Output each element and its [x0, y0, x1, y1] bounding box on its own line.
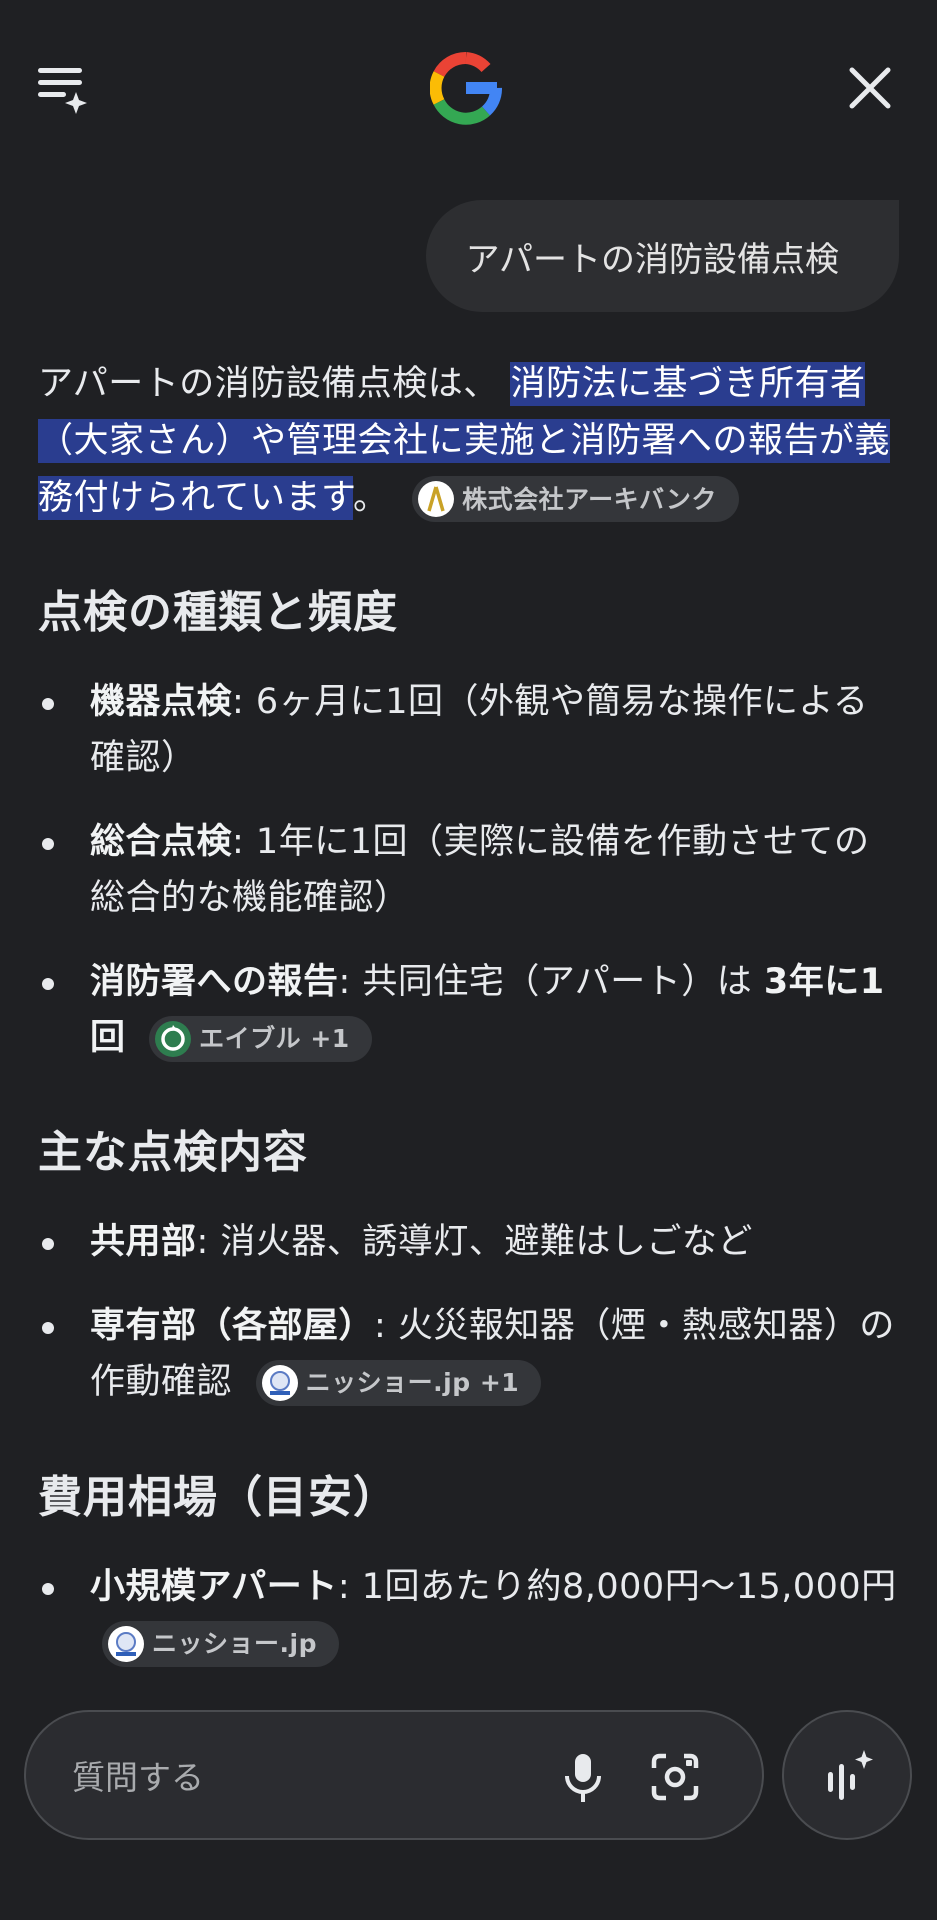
list-item: 共用部: 消火器、誘導灯、避難はしごなど: [38, 1214, 900, 1270]
section-heading: 主な点検内容: [38, 1127, 308, 1178]
google-g-icon: [429, 50, 502, 126]
cost-list: 小規模アパート: 1回あたり約8,000円〜15,000円 ニッショー.jp: [38, 1559, 900, 1671]
source-chip-nissho[interactable]: ニッショー.jp +1: [255, 1360, 542, 1406]
source-chip-label: ニッショー.jp: [152, 1629, 317, 1658]
close-icon[interactable]: [846, 64, 894, 112]
section-heading: 点検の種類と頻度: [38, 587, 398, 638]
section-types: 点検の種類と頻度 機器点検: 6ヶ月に1回（外観や簡易な操作による確認） 総合点…: [38, 576, 900, 1066]
nissho-logo-icon: [261, 1365, 298, 1401]
source-chip-label: エイブル +1: [199, 1024, 350, 1053]
content-list: 共用部: 消火器、誘導灯、避難はしごなど 専有部（各部屋）: 火災報知器（煙・熱…: [38, 1214, 900, 1410]
archibank-logo-icon: [418, 481, 455, 517]
source-chip-label: 株式会社アーキバンク: [462, 484, 717, 514]
types-list: 機器点検: 6ヶ月に1回（外観や簡易な操作による確認） 総合点検: 1年に1回（…: [38, 674, 900, 1066]
microphone-icon[interactable]: [554, 1748, 612, 1806]
list-item: 消防署への報告: 共同住宅（アパート）は 3年に1回 エイブル +1: [38, 954, 900, 1066]
ask-input[interactable]: [70, 1748, 494, 1806]
item-text: : 1回あたり約8,000円〜15,000円: [337, 1567, 897, 1607]
section-cost: 費用相場（目安） 小規模アパート: 1回あたり約8,000円〜15,000円 ニ…: [38, 1461, 900, 1671]
item-label: 機器点検: [90, 682, 233, 722]
list-item: 小規模アパート: 1回あたり約8,000円〜15,000円 ニッショー.jp: [38, 1559, 900, 1671]
intro-period: 。: [352, 478, 389, 518]
user-query-bubble: アパートの消防設備点検: [425, 200, 899, 312]
ask-input-bar: [24, 1710, 764, 1840]
source-chip-archibank[interactable]: 株式会社アーキバンク: [412, 476, 739, 522]
list-item: 機器点検: 6ヶ月に1回（外観や簡易な操作による確認）: [38, 674, 900, 786]
answer-intro: アパートの消防設備点検は、 消防法に基づき所有者（大家さん）や管理会社に実施と消…: [38, 356, 900, 527]
item-text: : 共同住宅（アパート）は: [338, 962, 764, 1002]
nissho-logo-icon: [108, 1626, 144, 1662]
camera-lens-icon[interactable]: [646, 1748, 704, 1806]
menu-sparkle-icon[interactable]: [34, 62, 94, 122]
live-voice-icon[interactable]: [782, 1710, 912, 1840]
list-item: 総合点検: 1年に1回（実際に設備を作動させての総合的な機能確認）: [38, 814, 900, 926]
item-label: 共用部: [90, 1222, 197, 1262]
section-content: 主な点検内容 共用部: 消火器、誘導灯、避難はしごなど 専有部（各部屋）: 火災…: [38, 1116, 900, 1410]
intro-text: アパートの消防設備点検は、: [38, 364, 499, 404]
top-bar: [0, 0, 937, 180]
item-text: : 消火器、誘導灯、避難はしごなど: [196, 1222, 753, 1262]
item-label: 小規模アパート: [90, 1567, 338, 1607]
item-label: 専有部（各部屋）: [90, 1306, 375, 1346]
source-chip-label: ニッショー.jp +1: [305, 1368, 520, 1397]
section-heading: 費用相場（目安）: [38, 1472, 398, 1523]
ai-answer: アパートの消防設備点検は、 消防法に基づき所有者（大家さん）や管理会社に実施と消…: [38, 356, 900, 1667]
source-chip-nissho[interactable]: ニッショー.jp: [102, 1621, 339, 1667]
user-query-text: アパートの消防設備点検: [465, 239, 839, 280]
source-chip-able[interactable]: エイブル +1: [149, 1016, 372, 1062]
item-label: 消防署への報告: [90, 962, 339, 1002]
able-logo-icon: [155, 1021, 192, 1057]
list-item: 専有部（各部屋）: 火災報知器（煙・熱感知器）の作動確認 ニッショー.jp +1: [38, 1298, 900, 1410]
item-label: 総合点検: [90, 822, 233, 862]
